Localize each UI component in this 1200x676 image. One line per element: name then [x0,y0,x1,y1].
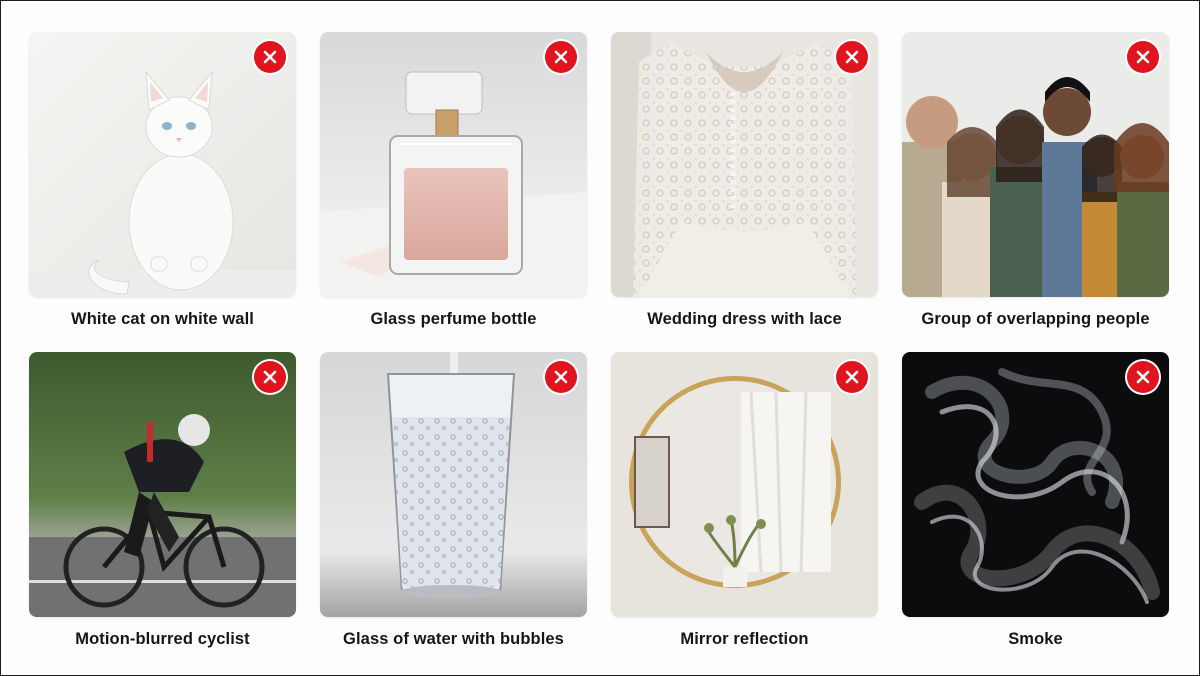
reject-x-icon[interactable] [545,361,577,393]
card-caption: Wedding dress with lace [647,310,842,328]
card-cyclist[interactable]: Motion-blurred cyclist [29,352,296,672]
card-wedding-dress[interactable]: Wedding dress with lace [611,32,878,352]
cyclist-image [29,352,296,617]
wedding-dress-image [611,32,878,297]
smoke-image [902,352,1169,617]
white-cat-image [29,32,296,297]
card-caption: Mirror reflection [680,630,809,648]
card-caption: Glass of water with bubbles [343,630,564,648]
reject-x-icon[interactable] [254,41,286,73]
card-caption: White cat on white wall [71,310,254,328]
group-people-image [902,32,1169,297]
reject-x-icon[interactable] [836,361,868,393]
reject-x-icon[interactable] [1127,361,1159,393]
page-frame: White cat on white wall Glass perfume bo… [0,0,1200,676]
reject-x-icon[interactable] [254,361,286,393]
card-caption: Group of overlapping people [921,310,1150,328]
reject-x-icon[interactable] [836,41,868,73]
water-glass-image [320,352,587,617]
reject-x-icon[interactable] [1127,41,1159,73]
card-smoke[interactable]: Smoke [902,352,1169,672]
card-caption: Motion-blurred cyclist [75,630,250,648]
mirror-image [611,352,878,617]
card-caption: Smoke [1008,630,1063,648]
card-perfume-bottle[interactable]: Glass perfume bottle [320,32,587,352]
image-grid: White cat on white wall Glass perfume bo… [29,32,1169,672]
card-mirror[interactable]: Mirror reflection [611,352,878,672]
reject-x-icon[interactable] [545,41,577,73]
card-group-people[interactable]: Group of overlapping people [902,32,1169,352]
card-white-cat[interactable]: White cat on white wall [29,32,296,352]
perfume-bottle-image [320,32,587,297]
card-caption: Glass perfume bottle [370,310,537,328]
card-water-glass[interactable]: Glass of water with bubbles [320,352,587,672]
